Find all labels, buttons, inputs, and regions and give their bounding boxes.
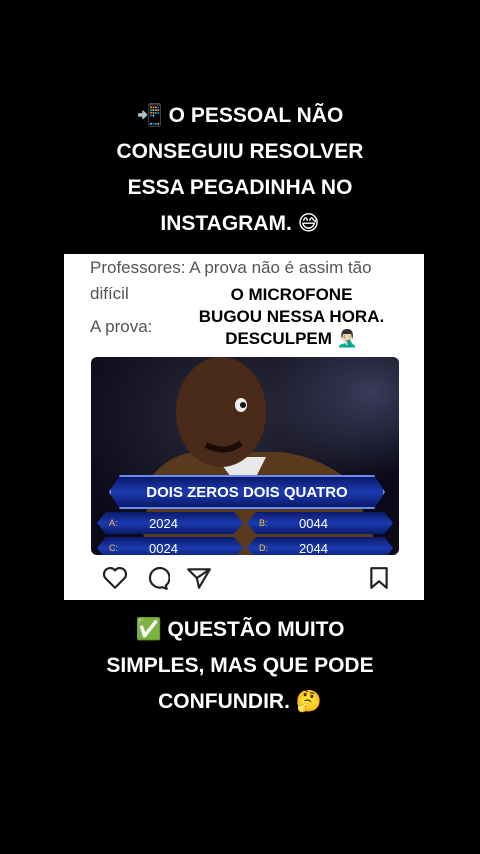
share-icon[interactable] — [186, 566, 212, 590]
answer-d-value: 2044 — [299, 540, 328, 556]
bookmark-icon[interactable] — [368, 566, 390, 590]
quiz-show-image: DOIS ZEROS DOIS QUATRO A: 2024 B: 0044 C… — [91, 357, 399, 555]
post-text-line-1: Professores: A prova não é assim tão — [90, 258, 372, 277]
answer-c-value: 0024 — [149, 540, 178, 556]
heart-icon[interactable] — [102, 566, 128, 590]
instagram-post-card: Professores: A prova não é assim tão dif… — [64, 254, 424, 600]
answer-b-letter: B: — [259, 518, 268, 528]
quiz-question: DOIS ZEROS DOIS QUATRO — [109, 475, 385, 509]
answer-a: A: 2024 — [97, 512, 243, 534]
overlay-caption: O MICROFONE BUGOU NESSA HORA. DESCULPEM … — [198, 285, 385, 348]
post-text-line-3: A prova: — [90, 317, 153, 336]
answer-d-letter: D: — [259, 543, 268, 553]
answer-b: B: 0044 — [247, 512, 393, 534]
answer-b-value: 0044 — [299, 515, 328, 531]
answer-a-value: 2024 — [149, 515, 178, 531]
answer-a-letter: A: — [109, 518, 118, 528]
answer-c: C: 0024 — [97, 537, 243, 555]
bottom-caption: ✅ QUESTÃO MUITO SIMPLES, MAS QUE PODE CO… — [106, 618, 374, 713]
answer-d: D: 2044 — [247, 537, 393, 555]
comment-icon[interactable] — [144, 566, 170, 590]
top-caption: 📲 O PESSOAL NÃO CONSEGUIU RESOLVER ESSA … — [116, 104, 364, 235]
post-text-line-2: difícil — [90, 284, 129, 303]
post-actions — [102, 566, 212, 590]
answer-c-letter: C: — [109, 543, 118, 553]
